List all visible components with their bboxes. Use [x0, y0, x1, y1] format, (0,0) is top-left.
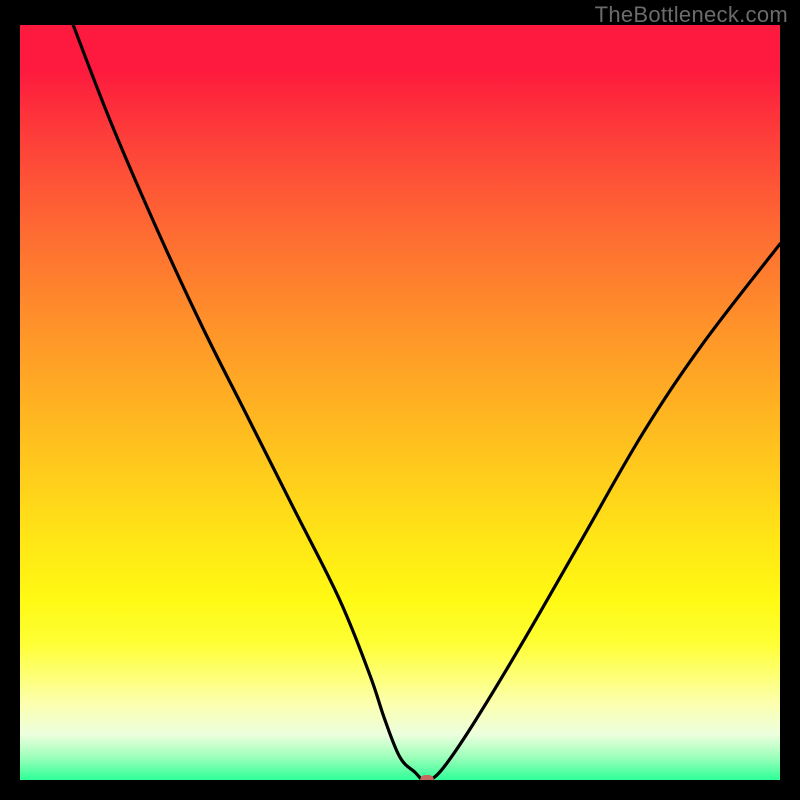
bottleneck-curve: [20, 25, 780, 780]
bottleneck-chart: [20, 25, 780, 780]
watermark-text: TheBottleneck.com: [595, 2, 788, 28]
optimal-point-marker: [420, 775, 434, 780]
